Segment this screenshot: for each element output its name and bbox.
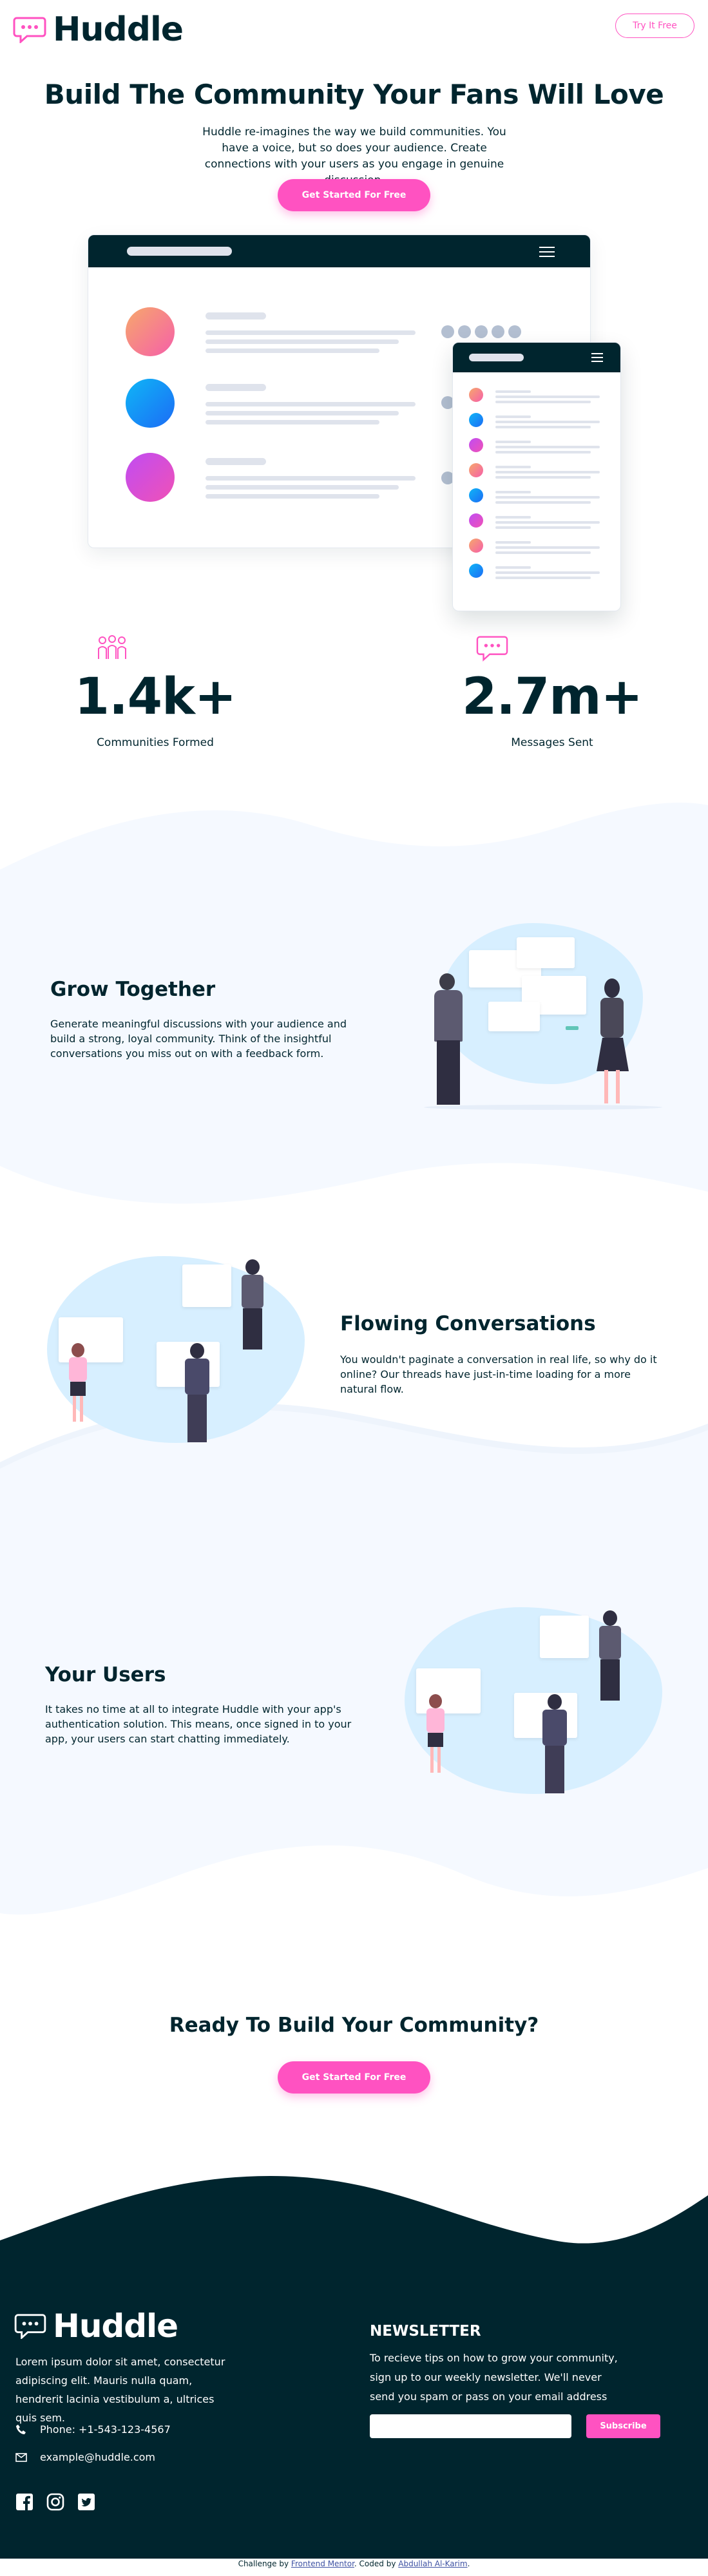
mobile-text-line	[495, 446, 600, 448]
mobile-text-line	[495, 426, 591, 428]
author-link[interactable]: Abdullah Al-Karim	[398, 2559, 467, 2568]
stat-value: 2.7m+	[462, 668, 643, 726]
facebook-icon[interactable]	[15, 2493, 33, 2511]
mobile-text-line	[495, 521, 600, 524]
mobile-text-line	[495, 546, 600, 549]
footer-brand-name: Huddle	[53, 2307, 178, 2345]
feature-title: Your Users	[45, 1663, 166, 1686]
stat-label: Messages Sent	[511, 736, 593, 749]
mobile-text-line	[495, 451, 591, 453]
email-text: example@huddle.com	[40, 2451, 156, 2463]
mobile-text-line	[495, 491, 531, 493]
footer-about: Lorem ipsum dolor sit amet, consectetur …	[15, 2356, 225, 2424]
mobile-avatar	[469, 413, 483, 427]
mobile-avatar	[469, 463, 483, 477]
header-logo[interactable]: Huddle	[13, 10, 184, 49]
newsletter-text: To recieve tips on how to grow your comm…	[370, 2352, 618, 2403]
newsletter-email-input[interactable]	[370, 2414, 571, 2438]
attribution: Challenge by Frontend Mentor. Coded by A…	[0, 2559, 708, 2568]
mobile-text-line	[495, 471, 600, 473]
phone-icon	[16, 2424, 26, 2434]
chat-bubble-logo-icon	[14, 2314, 46, 2339]
communities-icon	[98, 635, 126, 659]
mobile-text-line	[495, 496, 600, 499]
mobile-text-line	[495, 415, 531, 418]
mobile-text-line	[495, 390, 531, 393]
hero-title: Build The Community Your Fans Will Love	[44, 79, 664, 110]
mobile-mockup	[452, 342, 621, 611]
feature-text: It takes no time at all to integrate Hud…	[45, 1703, 352, 1745]
avatar	[126, 379, 175, 428]
flowing-conversations-illustration	[42, 1246, 306, 1453]
mobile-text-line	[495, 566, 531, 569]
mobile-text-line	[495, 516, 531, 519]
feature-grow-together: Grow Together Generate meaningful discus…	[50, 978, 372, 1061]
hero-mockup	[88, 234, 621, 612]
mobile-text-line	[495, 421, 600, 423]
feature-your-users: Your Users It takes no time at all to in…	[45, 1663, 367, 1746]
mobile-text-line	[495, 476, 591, 479]
cta-get-started-button[interactable]: Get Started For Free	[278, 2061, 430, 2094]
mockup-topbar	[88, 235, 590, 267]
mobile-text-line	[495, 501, 591, 504]
attribution-mid: . Coded by	[354, 2559, 396, 2568]
mobile-text-line	[495, 541, 531, 544]
stat-value: 1.4k+	[74, 668, 236, 726]
subscribe-button[interactable]: Subscribe	[586, 2414, 660, 2438]
chat-bubble-logo-icon	[13, 17, 46, 43]
messages-icon	[476, 636, 508, 662]
footer-logo[interactable]: Huddle	[14, 2307, 178, 2345]
stat-label: Communities Formed	[97, 736, 214, 749]
instagram-icon[interactable]	[46, 2493, 64, 2511]
frontend-mentor-link[interactable]: Frontend Mentor	[291, 2559, 354, 2568]
twitter-icon[interactable]	[77, 2493, 95, 2511]
mobile-text-line	[495, 396, 600, 398]
mobile-avatar	[469, 513, 483, 528]
menu-icon	[591, 352, 603, 362]
mobile-avatar	[469, 438, 483, 452]
mobile-avatar	[469, 539, 483, 553]
try-free-button[interactable]: Try It Free	[615, 14, 694, 38]
social-links	[15, 2493, 95, 2511]
avatar	[126, 307, 175, 356]
mobile-avatar	[469, 388, 483, 402]
mobile-avatar	[469, 564, 483, 578]
newsletter-title: NEWSLETTER	[370, 2323, 481, 2340]
feature-text: You wouldn't paginate a conversation in …	[340, 1353, 657, 1395]
mobile-text-line	[495, 526, 591, 529]
footer-email: example@huddle.com	[15, 2451, 155, 2463]
cta-title: Ready To Build Your Community?	[169, 2014, 539, 2037]
brand-name: Huddle	[53, 10, 184, 49]
attribution-prefix: Challenge by	[238, 2559, 289, 2568]
email-icon	[15, 2452, 27, 2462]
hero-get-started-button[interactable]: Get Started For Free	[278, 179, 430, 211]
grow-together-illustration	[419, 918, 664, 1114]
attribution-end: .	[467, 2559, 470, 2568]
mobile-text-line	[495, 571, 600, 574]
footer-phone: Phone: +1-543-123-4567	[15, 2423, 171, 2436]
mobile-text-line	[495, 401, 591, 403]
feature-title: Grow Together	[50, 978, 216, 1001]
mobile-text-line	[495, 441, 531, 443]
menu-icon	[539, 245, 555, 257]
feature-flowing-conversations: Flowing Conversations You wouldn't pagin…	[340, 1312, 662, 1397]
avatar	[126, 453, 175, 502]
your-users-illustration	[399, 1598, 664, 1804]
phone-text: Phone: +1-543-123-4567	[40, 2423, 171, 2436]
mobile-text-line	[495, 577, 591, 579]
mobile-text-line	[495, 551, 591, 554]
mobile-avatar	[469, 488, 483, 502]
feature-text: Generate meaningful discussions with you…	[50, 1018, 347, 1060]
feature-title: Flowing Conversations	[340, 1312, 596, 1335]
mobile-text-line	[495, 466, 531, 468]
